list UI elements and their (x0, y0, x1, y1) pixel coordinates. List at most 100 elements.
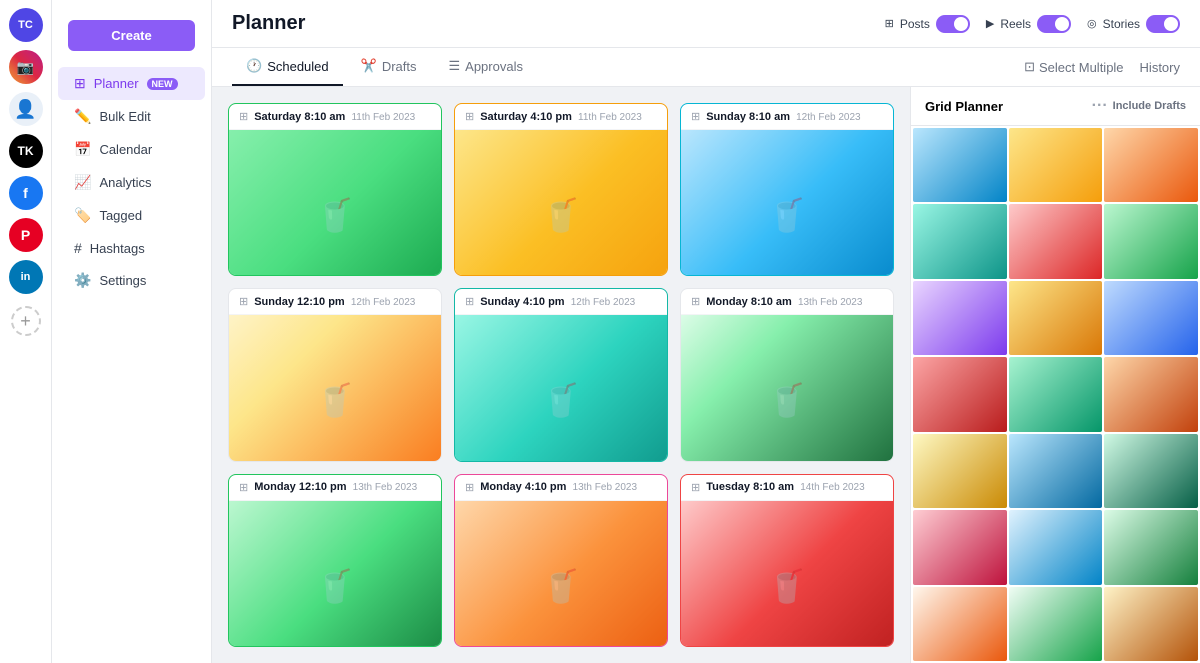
analytics-icon: 📈 (74, 174, 91, 191)
bulk-edit-icon: ✏️ (74, 108, 91, 125)
create-button[interactable]: Create (68, 20, 195, 51)
tab-scheduled-label: Scheduled (267, 59, 328, 74)
pinterest-icon[interactable]: P (9, 218, 43, 252)
stories-toggle[interactable] (1146, 15, 1180, 33)
mosaic-cell[interactable] (1009, 510, 1103, 584)
grid-post-icon: ⊞ (465, 295, 474, 308)
calendar-icon: 📅 (74, 141, 91, 158)
tiktok-icon[interactable]: TK (9, 134, 43, 168)
mosaic-cell[interactable] (1009, 204, 1103, 278)
tab-approvals-label: Approvals (465, 59, 523, 74)
mosaic-cell[interactable] (1104, 128, 1198, 202)
grid-post-icon: ⊞ (691, 295, 700, 308)
stories-icon: ◎ (1087, 17, 1097, 30)
mosaic-cell[interactable] (1009, 128, 1103, 202)
header-controls: ⊞ Posts ▶ Reels ◎ Stories (885, 15, 1180, 33)
mosaic-cell[interactable] (1104, 357, 1198, 431)
post-card[interactable]: ⊞ Sunday 12:10 pm 12th Feb 2023 🥤 (228, 288, 442, 461)
tabs-bar: 🕐 Scheduled ✂️ Drafts ☰ Approvals ⊡ Sele… (212, 48, 1200, 87)
mosaic-cell[interactable] (1104, 281, 1198, 355)
mosaic-cell[interactable] (1104, 510, 1198, 584)
post-header: ⊞ Tuesday 8:10 am 14th Feb 2023 (681, 475, 893, 501)
post-image: 🥤 (229, 130, 441, 276)
mosaic-cell[interactable] (1009, 357, 1103, 431)
tab-drafts[interactable]: ✂️ Drafts (347, 48, 431, 86)
mosaic-cell[interactable] (1009, 434, 1103, 508)
reels-label: Reels (1000, 17, 1031, 31)
grid-post-icon: ⊞ (239, 110, 248, 123)
sidebar-item-analytics[interactable]: 📈 Analytics (58, 166, 205, 199)
mosaic-cell[interactable] (913, 434, 1007, 508)
post-card[interactable]: ⊞ Tuesday 8:10 am 14th Feb 2023 🥤 (680, 474, 894, 647)
tag-icon: 🏷️ (74, 207, 91, 224)
post-header: ⊞ Sunday 4:10 pm 12th Feb 2023 (455, 289, 667, 315)
mosaic-cell[interactable] (1104, 204, 1198, 278)
mosaic-cell[interactable] (1009, 281, 1103, 355)
mosaic-cell[interactable] (1104, 587, 1198, 661)
sidebar-label-bulk-edit: Bulk Edit (99, 109, 150, 124)
posts-grid: ⊞ Saturday 8:10 am 11th Feb 2023 🥤 ⊞ Sat… (212, 87, 910, 663)
posts-toggle-group: ⊞ Posts (885, 15, 970, 33)
post-header: ⊞ Monday 8:10 am 13th Feb 2023 (681, 289, 893, 315)
post-timestamp: Tuesday 8:10 am 14th Feb 2023 (706, 481, 864, 493)
instagram-icon[interactable]: 📷 (9, 50, 43, 84)
include-drafts-control[interactable]: ··· Include Drafts (1092, 97, 1186, 115)
avatar-bar: TC 📷 👤 TK f P in + (0, 0, 52, 663)
sidebar-item-bulk-edit[interactable]: ✏️ Bulk Edit (58, 100, 205, 133)
post-card[interactable]: ⊞ Sunday 4:10 pm 12th Feb 2023 🥤 (454, 288, 668, 461)
mosaic-cell[interactable] (913, 587, 1007, 661)
mosaic-cell[interactable] (913, 128, 1007, 202)
post-header: ⊞ Sunday 12:10 pm 12th Feb 2023 (229, 289, 441, 315)
mosaic-cell[interactable] (913, 204, 1007, 278)
facebook-icon[interactable]: f (9, 176, 43, 210)
post-card[interactable]: ⊞ Sunday 8:10 am 12th Feb 2023 🥤 (680, 103, 894, 276)
approvals-icon: ☰ (449, 58, 461, 74)
reels-toggle[interactable] (1037, 15, 1071, 33)
mosaic-cell[interactable] (913, 357, 1007, 431)
post-timestamp: Monday 12:10 pm 13th Feb 2023 (254, 481, 417, 493)
grid-planner-header: Grid Planner ··· Include Drafts (911, 87, 1200, 126)
sidebar-item-tagged[interactable]: 🏷️ Tagged (58, 199, 205, 232)
post-card[interactable]: ⊞ Monday 4:10 pm 13th Feb 2023 🥤 (454, 474, 668, 647)
post-image: 🥤 (455, 501, 667, 647)
sidebar-label-calendar: Calendar (99, 142, 152, 157)
tab-actions: ⊡ Select Multiple History (1024, 59, 1180, 75)
tab-approvals[interactable]: ☰ Approvals (435, 48, 537, 86)
post-image: 🥤 (681, 130, 893, 276)
post-card[interactable]: ⊞ Monday 12:10 pm 13th Feb 2023 🥤 (228, 474, 442, 647)
grid-planner-panel: Grid Planner ··· Include Drafts (910, 87, 1200, 663)
sidebar-item-planner[interactable]: ⊞ Planner NEW (58, 67, 205, 100)
sidebar-item-calendar[interactable]: 📅 Calendar (58, 133, 205, 166)
post-timestamp: Sunday 8:10 am 12th Feb 2023 (706, 111, 860, 123)
mosaic-cell[interactable] (913, 281, 1007, 355)
select-icon: ⊡ (1024, 59, 1035, 75)
include-drafts-label: Include Drafts (1113, 100, 1186, 112)
mosaic-cell[interactable] (1104, 434, 1198, 508)
post-timestamp: Saturday 8:10 am 11th Feb 2023 (254, 111, 415, 123)
mosaic-cell[interactable] (913, 510, 1007, 584)
history-button[interactable]: History (1140, 60, 1180, 75)
main-content: Planner ⊞ Posts ▶ Reels ◎ Stories 🕐 Sche… (212, 0, 1200, 663)
tab-scheduled[interactable]: 🕐 Scheduled (232, 48, 343, 86)
grid-post-icon: ⊞ (465, 481, 474, 494)
sidebar-item-hashtags[interactable]: # Hashtags (58, 232, 205, 264)
post-card[interactable]: ⊞ Saturday 4:10 pm 11th Feb 2023 🥤 (454, 103, 668, 276)
mosaic-cell[interactable] (1009, 587, 1103, 661)
linkedin-icon[interactable]: in (9, 260, 43, 294)
sidebar: Create ⊞ Planner NEW ✏️ Bulk Edit 📅 Cale… (52, 0, 212, 663)
profile-icon[interactable]: 👤 (9, 92, 43, 126)
post-card[interactable]: ⊞ Monday 8:10 am 13th Feb 2023 🥤 (680, 288, 894, 461)
posts-toggle[interactable] (936, 15, 970, 33)
post-header: ⊞ Saturday 4:10 pm 11th Feb 2023 (455, 104, 667, 130)
sidebar-item-settings[interactable]: ⚙️ Settings (58, 264, 205, 297)
drafts-icon: ✂️ (361, 58, 377, 74)
post-header: ⊞ Sunday 8:10 am 12th Feb 2023 (681, 104, 893, 130)
sidebar-label-settings: Settings (99, 273, 146, 288)
user-avatar[interactable]: TC (9, 8, 43, 42)
select-multiple-button[interactable]: ⊡ Select Multiple (1024, 59, 1123, 75)
post-image: 🥤 (681, 501, 893, 647)
post-header: ⊞ Saturday 8:10 am 11th Feb 2023 (229, 104, 441, 130)
add-account-button[interactable]: + (11, 306, 41, 336)
grid-post-icon: ⊞ (465, 110, 474, 123)
post-card[interactable]: ⊞ Saturday 8:10 am 11th Feb 2023 🥤 (228, 103, 442, 276)
